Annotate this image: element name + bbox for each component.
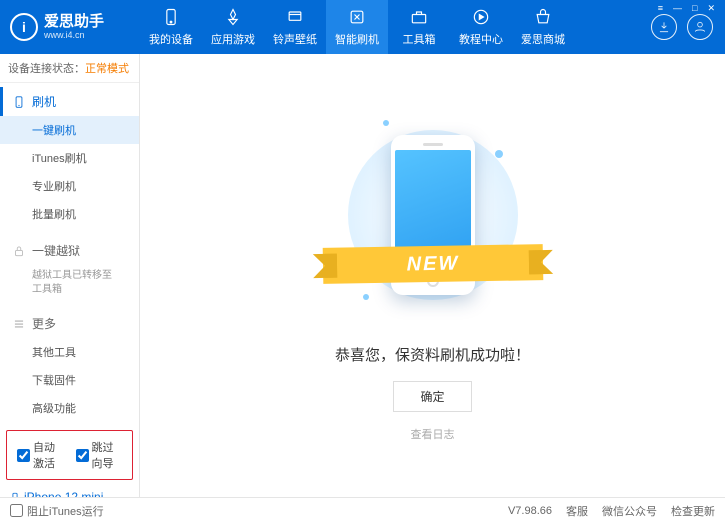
store-icon (533, 7, 553, 27)
connection-status: 设备连接状态：正常模式 (0, 54, 139, 83)
jailbreak-note: 越狱工具已转移至 工具箱 (0, 265, 139, 301)
sidebar-item-more-2[interactable]: 高级功能 (0, 394, 139, 422)
nav-label: 铃声壁纸 (273, 31, 317, 47)
nav-toolbox[interactable]: 工具箱 (388, 0, 450, 54)
body-area: 设备连接状态：正常模式 刷机 一键刷机iTunes刷机专业刷机批量刷机 一键越狱… (0, 54, 725, 497)
nav-label: 应用游戏 (211, 31, 255, 47)
success-message: 恭喜您，保资料刷机成功啦！ (335, 344, 530, 365)
nav-label: 智能刷机 (335, 31, 379, 47)
support-link[interactable]: 客服 (566, 503, 588, 519)
app-url: www.i4.cn (44, 30, 104, 40)
app-name: 爱思助手 (44, 14, 104, 31)
check-update-link[interactable]: 检查更新 (671, 503, 715, 519)
status-mode: 正常模式 (85, 63, 129, 75)
nav-label: 教程中心 (459, 31, 503, 47)
sidebar-section-jailbreak: 一键越狱 越狱工具已转移至 工具箱 (0, 232, 139, 305)
nav-tutorials[interactable]: 教程中心 (450, 0, 512, 54)
sidebar-header-flash[interactable]: 刷机 (0, 87, 139, 116)
block-itunes-checkbox[interactable]: 阻止iTunes运行 (10, 503, 104, 519)
block-itunes-label: 阻止iTunes运行 (27, 503, 104, 519)
menu-icon (12, 317, 26, 331)
sidebar-item-more-1[interactable]: 下载固件 (0, 366, 139, 394)
sidebar-header-more-label: 更多 (32, 315, 56, 332)
lock-icon (12, 244, 26, 258)
nav-devices[interactable]: 我的设备 (140, 0, 202, 54)
ringtones-icon (285, 7, 305, 27)
sidebar-item-flash-3[interactable]: 批量刷机 (0, 200, 139, 228)
wechat-link[interactable]: 微信公众号 (602, 503, 657, 519)
titlebar-actions (651, 14, 725, 40)
nav-ringtones[interactable]: 铃声壁纸 (264, 0, 326, 54)
sidebar-item-more-0[interactable]: 其他工具 (0, 338, 139, 366)
logo-area: i 爱思助手 www.i4.cn (0, 13, 140, 41)
nav-label: 工具箱 (403, 31, 436, 47)
content-area: NEW 恭喜您，保资料刷机成功啦！ 确定 查看日志 (140, 54, 725, 497)
sidebar-item-flash-0[interactable]: 一键刷机 (0, 116, 139, 144)
nav-label: 我的设备 (149, 31, 193, 47)
devices-icon (161, 7, 181, 27)
phone-icon (12, 95, 26, 109)
main-nav: 我的设备 应用游戏 铃声壁纸 智能刷机 工具箱 教程中心 爱思商城 (140, 0, 651, 54)
app-window: ≡ — □ ✕ i 爱思助手 www.i4.cn 我的设备应用游戏铃声壁纸智能刷… (0, 0, 725, 523)
skip-guide-label: 跳过向导 (92, 439, 123, 471)
nav-apps[interactable]: 应用游戏 (202, 0, 264, 54)
device-icon (10, 490, 20, 497)
auto-activate-checkbox[interactable]: 自动激活 (17, 439, 64, 471)
new-ribbon: NEW (322, 244, 543, 284)
sidebar-header-more[interactable]: 更多 (0, 309, 139, 338)
skip-guide-checkbox[interactable]: 跳过向导 (76, 439, 123, 471)
flash-options-row: 自动激活 跳过向导 (6, 430, 133, 480)
apps-icon (223, 7, 243, 27)
user-icon[interactable] (687, 14, 713, 40)
sidebar-section-more: 更多 其他工具下载固件高级功能 (0, 305, 139, 426)
sidebar-header-flash-label: 刷机 (32, 93, 56, 110)
window-close-button[interactable]: ✕ (703, 2, 719, 15)
view-log-link[interactable]: 查看日志 (411, 426, 455, 442)
window-minimize-button[interactable]: — (669, 2, 686, 15)
status-label: 设备连接状态： (8, 63, 85, 75)
flash-icon (347, 7, 367, 27)
sidebar-item-flash-1[interactable]: iTunes刷机 (0, 144, 139, 172)
nav-store[interactable]: 爱思商城 (512, 0, 574, 54)
logo-icon: i (10, 13, 38, 41)
download-icon[interactable] (651, 14, 677, 40)
device-name: iPhone 12 mini (10, 490, 129, 497)
version-label: V7.98.66 (508, 505, 552, 517)
sidebar-header-jailbreak-label: 一键越狱 (32, 242, 80, 259)
sidebar-section-flash: 刷机 一键刷机iTunes刷机专业刷机批量刷机 (0, 83, 139, 232)
sidebar-item-flash-2[interactable]: 专业刷机 (0, 172, 139, 200)
confirm-button[interactable]: 确定 (393, 381, 471, 412)
tutorials-icon (471, 7, 491, 27)
success-illustration: NEW (353, 110, 513, 320)
auto-activate-label: 自动激活 (33, 439, 64, 471)
sidebar: 设备连接状态：正常模式 刷机 一键刷机iTunes刷机专业刷机批量刷机 一键越狱… (0, 54, 140, 497)
toolbox-icon (409, 7, 429, 27)
titlebar: i 爱思助手 www.i4.cn 我的设备 应用游戏 铃声壁纸 智能刷机 工具箱 教程中心… (0, 0, 725, 54)
device-panel[interactable]: iPhone 12 mini 64GB Down-12mini-13,1 (0, 484, 139, 497)
nav-flash[interactable]: 智能刷机 (326, 0, 388, 54)
sidebar-header-jailbreak[interactable]: 一键越狱 (0, 236, 139, 265)
footer: 阻止iTunes运行 V7.98.66 客服 微信公众号 检查更新 (0, 497, 725, 523)
nav-label: 爱思商城 (521, 31, 565, 47)
